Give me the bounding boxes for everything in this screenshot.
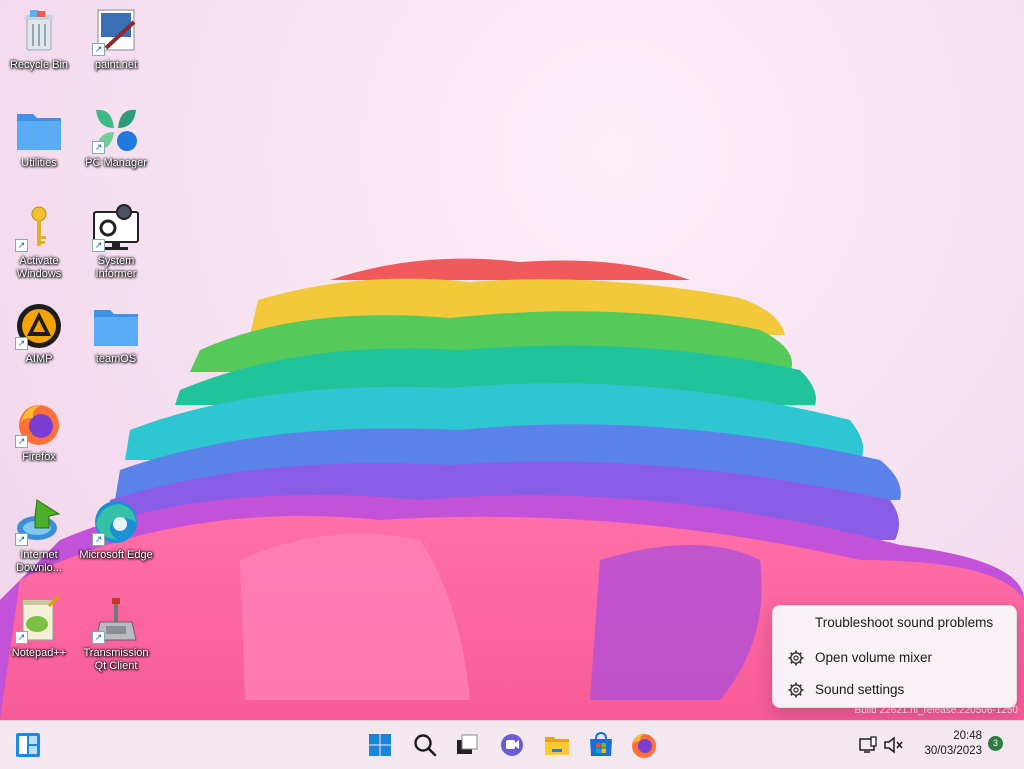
- microsoft-store-icon: [590, 731, 612, 756]
- task-view-icon: [457, 734, 478, 754]
- clock[interactable]: 20:48 30/03/2023: [912, 729, 982, 759]
- network-icon: [859, 736, 877, 753]
- teams-chat-icon: [501, 734, 523, 756]
- file-explorer-icon: [545, 737, 569, 755]
- desktop-icon-label: Utilities: [21, 157, 57, 169]
- folder-icon: [15, 106, 63, 154]
- desktop-icon-internet-download-manager[interactable]: ↗ Internet Downlo...: [1, 498, 77, 575]
- aimp-icon: ↗: [15, 302, 63, 350]
- system-informer-icon: ↗: [92, 204, 140, 252]
- shortcut-arrow-icon: ↗: [92, 141, 105, 154]
- desktop-icon-label: System Informer: [95, 255, 137, 280]
- search-icon: [414, 734, 437, 757]
- menu-item-label: Sound settings: [815, 682, 905, 697]
- firefox-icon: ↗: [15, 400, 63, 448]
- desktop-icon-microsoft-edge[interactable]: ↗ Microsoft Edge: [78, 498, 154, 562]
- recycle-bin-icon: [15, 8, 63, 56]
- volume-muted-icon: [884, 736, 903, 754]
- menu-item-label: Open volume mixer: [815, 650, 933, 665]
- widgets-button[interactable]: [12, 729, 44, 761]
- gear-icon: [787, 681, 805, 699]
- taskbar: 20:48 30/03/2023: [0, 720, 1024, 769]
- firefox-icon: [632, 733, 656, 758]
- pc-manager-icon: ↗: [92, 106, 140, 154]
- desktop-icon-recycle-bin[interactable]: Recycle Bin: [1, 8, 77, 72]
- desktop-icon-firefox[interactable]: ↗ Firefox: [1, 400, 77, 464]
- desktop-icon-label: Activate Windows: [16, 255, 62, 280]
- shortcut-arrow-icon: ↗: [15, 533, 28, 546]
- chat-button[interactable]: [496, 729, 528, 761]
- desktop-icon-paintnet[interactable]: ↗ paint.net: [78, 8, 154, 72]
- notepadpp-icon: ↗: [15, 594, 63, 644]
- shortcut-arrow-icon: ↗: [92, 43, 105, 56]
- shortcut-arrow-icon: ↗: [92, 239, 105, 252]
- desktop-icon-aimp[interactable]: ↗ AIMP: [1, 302, 77, 366]
- key-icon: ↗: [15, 204, 63, 252]
- sound-context-menu: Troubleshoot sound problems Open volume …: [772, 605, 1017, 708]
- transmission-icon: ↗: [92, 596, 140, 644]
- paintnet-icon: ↗: [92, 8, 140, 56]
- desktop-icon-label: PC Manager: [85, 157, 147, 169]
- shortcut-arrow-icon: ↗: [15, 435, 28, 448]
- desktop-icon-activate-windows[interactable]: ↗ Activate Windows: [1, 204, 77, 281]
- desktop-icon-label: Internet Downlo...: [16, 549, 62, 574]
- firefox-taskbar-button[interactable]: [628, 729, 660, 761]
- desktop-icon-label: Firefox: [22, 451, 56, 463]
- desktop-icon-utilities[interactable]: Utilities: [1, 106, 77, 170]
- desktop-icon-label: Microsoft Edge: [79, 549, 153, 561]
- desktop-icon-label: Transmission Qt Client: [83, 647, 149, 672]
- desktop-icon-label: Recycle Bin: [9, 59, 69, 71]
- shortcut-arrow-icon: ↗: [92, 533, 105, 546]
- edge-icon: ↗: [92, 498, 140, 546]
- file-explorer-button[interactable]: [541, 729, 573, 761]
- desktop-icon-label: AIMP: [25, 353, 53, 365]
- menu-item-sound-settings[interactable]: Sound settings: [773, 676, 1016, 704]
- folder-icon: [92, 302, 140, 350]
- windows-logo-icon: [369, 734, 391, 756]
- shortcut-arrow-icon: ↗: [15, 337, 28, 350]
- desktop-icon-pc-manager[interactable]: ↗ PC Manager: [78, 106, 154, 170]
- gear-icon: [787, 649, 805, 667]
- menu-item-troubleshoot-sound[interactable]: Troubleshoot sound problems: [773, 609, 1016, 637]
- widgets-icon: [16, 733, 40, 757]
- task-view-button[interactable]: [451, 729, 483, 761]
- desktop-icon-label: Notepad++: [11, 647, 67, 659]
- clock-date: 30/03/2023: [924, 745, 982, 757]
- search-button[interactable]: [409, 729, 441, 761]
- clock-time: 20:48: [953, 730, 982, 742]
- volume-button[interactable]: [881, 729, 907, 761]
- shortcut-arrow-icon: ↗: [15, 631, 28, 644]
- menu-item-open-volume-mixer[interactable]: Open volume mixer: [773, 644, 1016, 672]
- desktop-icon-notepadpp[interactable]: ↗ Notepad++: [1, 594, 77, 660]
- shortcut-arrow-icon: ↗: [92, 631, 105, 644]
- menu-item-label: Troubleshoot sound problems: [815, 615, 994, 630]
- desktop-icon-system-informer[interactable]: ↗ System Informer: [78, 204, 154, 281]
- start-button[interactable]: [364, 729, 396, 761]
- desktop-icon-transmission[interactable]: ↗ Transmission Qt Client: [78, 596, 154, 673]
- desktop-icon-label: teamOS: [95, 353, 137, 365]
- desktop-icon-label: paint.net: [94, 59, 138, 71]
- shortcut-arrow-icon: ↗: [15, 239, 28, 252]
- network-button[interactable]: [855, 729, 881, 761]
- notification-badge[interactable]: 3: [988, 736, 1003, 751]
- microsoft-store-button[interactable]: [585, 729, 617, 761]
- desktop-icon-teamos[interactable]: teamOS: [78, 302, 154, 366]
- idm-icon: ↗: [15, 498, 63, 546]
